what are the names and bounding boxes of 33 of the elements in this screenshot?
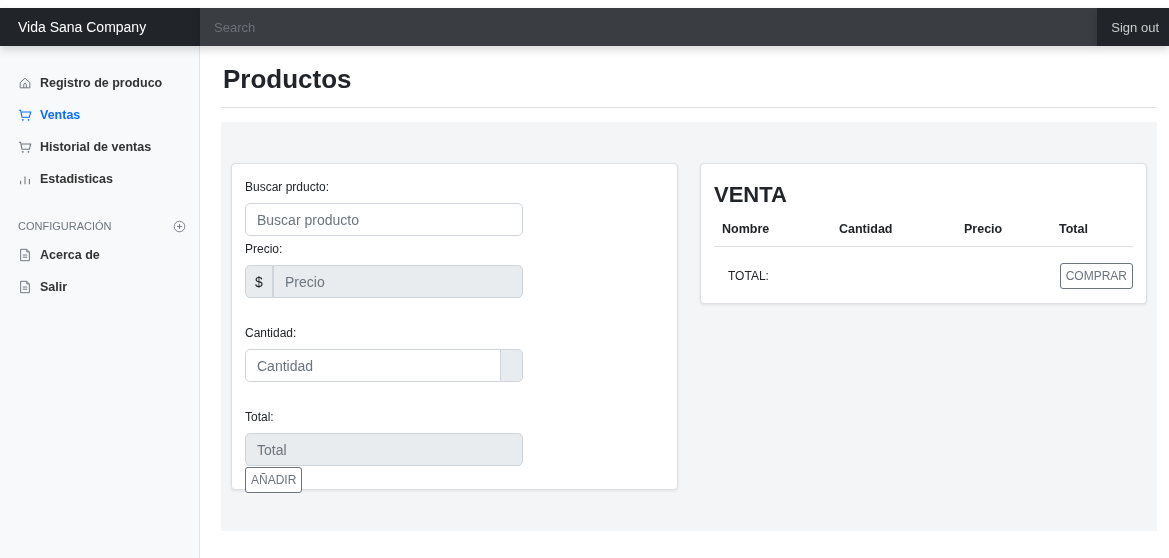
search-field[interactable]: Search <box>200 8 1098 46</box>
column-header: Cantidad <box>839 222 894 236</box>
input-field[interactable]: Cantidad <box>245 349 501 382</box>
sidebar-item[interactable]: Estadisticas <box>0 163 199 195</box>
sidebar-item[interactable]: Acerca de <box>0 239 199 271</box>
buy-button[interactable]: COMPRAR <box>1059 263 1133 289</box>
sidebar-item[interactable]: Ventas <box>0 99 199 131</box>
field-label: Cantidad: <box>245 326 298 340</box>
input-field[interactable]: Buscar producto <box>245 203 523 236</box>
currency-prefix: $ <box>245 265 273 298</box>
section-heading: CONFIGURACIÓN <box>18 220 112 232</box>
sidebar-item[interactable]: Historial de ventas <box>0 131 199 163</box>
input-addon <box>501 349 523 382</box>
card-title: VENTA <box>714 182 788 208</box>
sign-out-link[interactable]: Sign out <box>1097 8 1169 46</box>
cart-icon <box>18 108 32 122</box>
field-label: Buscar prducto: <box>245 180 331 194</box>
document-icon <box>18 280 32 294</box>
field-label: Total: <box>245 410 275 424</box>
brand-name[interactable]: Vida Sana Company <box>0 8 200 46</box>
sidebar-item[interactable]: Salir <box>0 271 199 303</box>
home-icon <box>18 76 32 90</box>
page-title: Productos <box>221 46 1157 108</box>
add-button[interactable]: AÑADIR <box>245 467 303 493</box>
cart-icon <box>18 140 32 154</box>
column-header: Precio <box>964 222 1004 236</box>
add-icon[interactable] <box>173 219 186 233</box>
column-header: Nombre <box>722 222 771 236</box>
sidebar-item[interactable]: Registro de produco <box>0 67 199 99</box>
document-icon <box>18 248 32 262</box>
field-label: Precio: <box>245 242 284 256</box>
total-label: TOTAL: <box>728 269 769 283</box>
column-header: Total <box>1059 222 1089 236</box>
